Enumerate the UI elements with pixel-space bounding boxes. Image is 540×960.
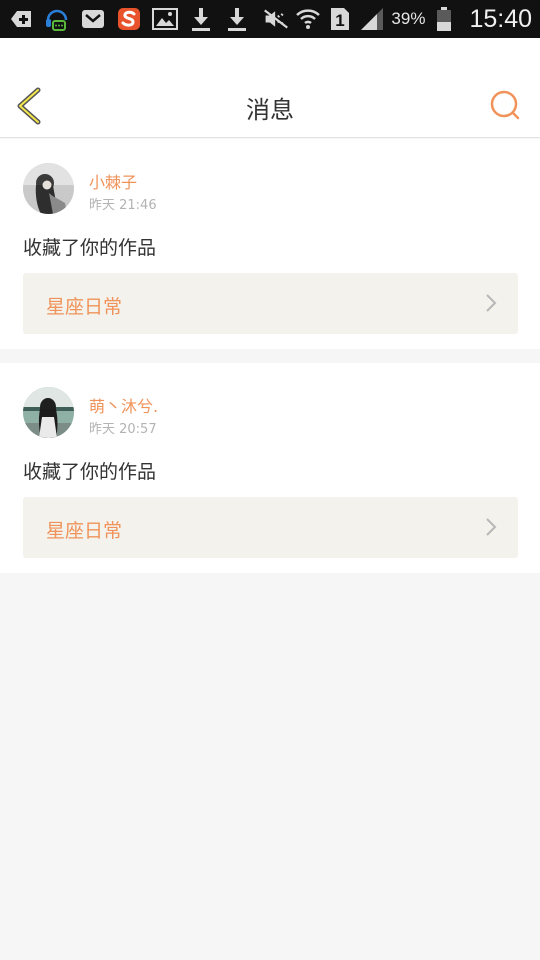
battery-percentage: 39% bbox=[391, 9, 426, 28]
message-text: 收藏了你的作品 bbox=[23, 461, 157, 483]
user-name[interactable]: 萌丶沐兮. bbox=[89, 393, 158, 417]
sim-1-icon: 1 bbox=[327, 6, 353, 32]
page-title: 消息 bbox=[246, 96, 294, 124]
timestamp: 昨天 20:57 bbox=[89, 422, 157, 437]
message-item[interactable]: 小棘子 昨天 21:46 收藏了你的作品 星座日常 bbox=[0, 139, 540, 349]
image-icon bbox=[152, 6, 178, 32]
envelope-icon bbox=[80, 6, 106, 32]
user-name[interactable]: 小棘子 bbox=[89, 169, 137, 193]
message-text: 收藏了你的作品 bbox=[23, 237, 157, 259]
download-icon bbox=[188, 6, 214, 32]
work-link[interactable]: 星座日常 bbox=[23, 497, 518, 558]
sogou-icon bbox=[116, 6, 142, 32]
avatar[interactable] bbox=[23, 387, 74, 438]
avatar[interactable] bbox=[23, 163, 74, 214]
search-button[interactable] bbox=[488, 88, 522, 122]
work-title: 星座日常 bbox=[46, 520, 123, 542]
add-box-icon bbox=[8, 6, 34, 32]
mute-icon bbox=[263, 6, 289, 32]
notification-icons bbox=[8, 0, 250, 38]
clock: 15:40 bbox=[469, 4, 532, 33]
chevron-right-icon bbox=[486, 294, 497, 312]
status-bar: 1 39% 15:40 bbox=[0, 0, 540, 38]
signal-icon bbox=[359, 6, 385, 32]
timestamp: 昨天 21:46 bbox=[89, 198, 157, 213]
chevron-right-icon bbox=[486, 518, 497, 536]
wifi-icon bbox=[295, 6, 321, 32]
search-icon bbox=[490, 90, 520, 120]
work-link[interactable]: 星座日常 bbox=[23, 273, 518, 334]
download-icon bbox=[224, 6, 250, 32]
work-title: 星座日常 bbox=[46, 296, 123, 318]
message-item[interactable]: 萌丶沐兮. 昨天 20:57 收藏了你的作品 星座日常 bbox=[0, 363, 540, 573]
sim-slot-label: 1 bbox=[336, 11, 345, 30]
system-icons: 1 39% 15:40 bbox=[263, 0, 532, 38]
headset-message-icon bbox=[44, 6, 70, 32]
battery-icon bbox=[431, 6, 457, 32]
title-bar: 消息 bbox=[0, 38, 540, 138]
